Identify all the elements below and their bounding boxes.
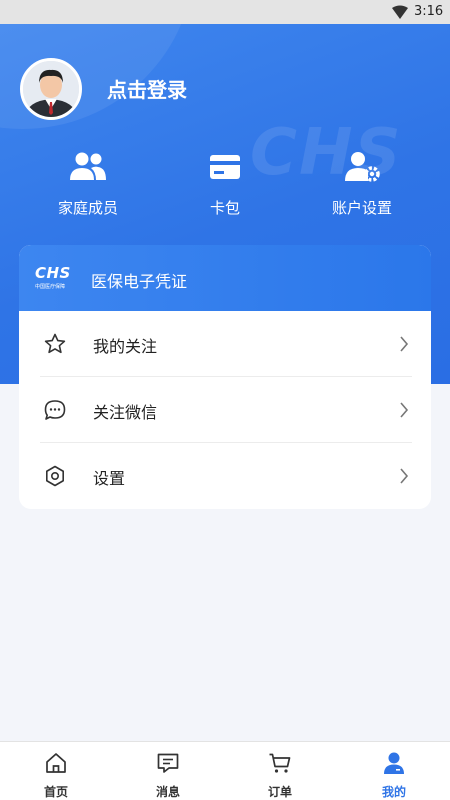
chs-logo: CHS 中国医疗保障 [35,266,75,294]
menu-item-label: 设置 [93,469,126,488]
tab-label: 消息 [155,785,180,799]
menu-item-label: 关注微信 [93,403,158,422]
tab-label: 首页 [43,785,68,799]
login-prompt[interactable]: 点击登录 [107,74,187,103]
e-voucher-banner[interactable]: CHS 中国医疗保障 医保电子凭证 [19,245,431,311]
tab-messages[interactable]: 消息 [112,742,224,800]
quick-action-account-settings[interactable]: 账户设置 [297,150,427,218]
menu-item-follow-wechat[interactable]: 关注微信 [19,377,431,443]
card-icon [210,155,240,179]
settings-gear-icon [46,465,64,487]
quick-action-label: 卡包 [209,199,240,217]
tab-home[interactable]: 首页 [0,742,112,800]
quick-action-family[interactable]: 家庭成员 [23,150,153,218]
menu-item-settings[interactable]: 设置 [19,443,431,509]
tab-label: 我的 [381,785,406,799]
e-voucher-title: 医保电子凭证 [91,272,188,291]
quick-action-label: 家庭成员 [57,199,118,217]
chs-logo-subtitle: 中国医疗保障 [35,284,66,290]
cart-icon [269,753,291,773]
chat-bubble-icon [44,400,66,420]
tab-label: 订单 [267,785,292,799]
account-settings-icon [345,152,380,182]
family-members-icon [70,152,106,180]
chevron-right-icon [400,468,409,484]
wifi-icon [392,5,408,19]
user-icon [384,752,404,774]
tab-mine[interactable]: 我的 [338,742,450,800]
status-time: 3:16 [414,4,444,19]
tab-orders[interactable]: 订单 [224,742,336,800]
menu-item-my-follows[interactable]: 我的关注 [19,311,431,377]
avatar[interactable] [20,58,82,120]
message-icon [157,753,179,773]
chevron-right-icon [400,402,409,418]
chs-logo-text: CHS [35,264,71,282]
quick-action-card[interactable]: 卡包 [160,150,290,218]
insurance-card: CHS 中国医疗保障 医保电子凭证 我的关注 关注微信 设置 [19,245,431,509]
menu-item-label: 我的关注 [93,337,158,356]
status-bar: 3:16 [0,0,450,24]
star-icon [44,333,66,354]
chevron-right-icon [400,336,409,352]
default-avatar-icon [23,61,79,117]
home-icon [46,753,66,773]
bottom-tab-bar: 首页 消息 订单 我的 [0,741,450,800]
quick-action-label: 账户设置 [331,199,392,217]
